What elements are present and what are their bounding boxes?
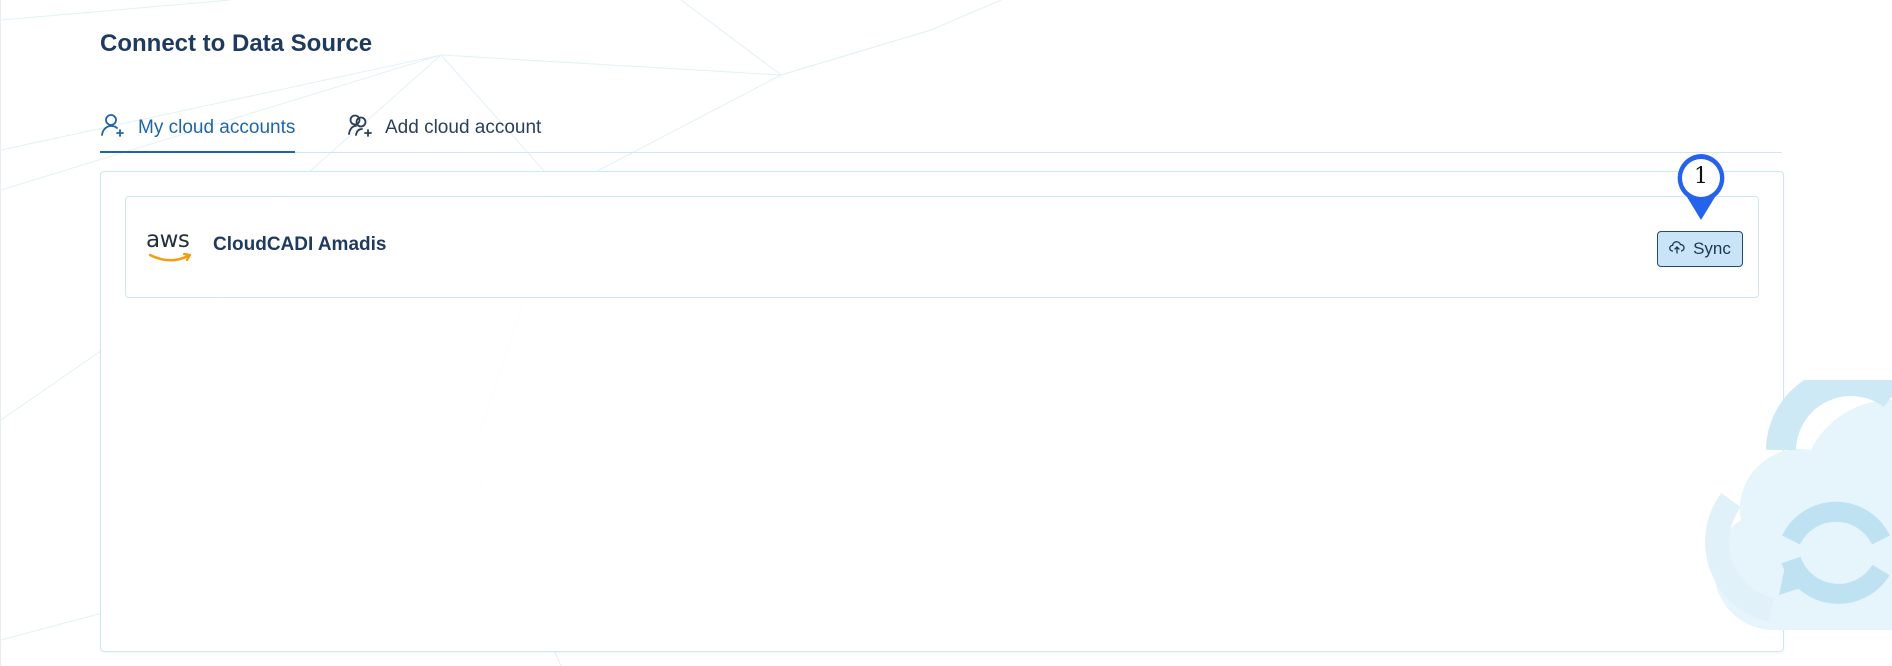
account-row: aws CloudCADI Amadis Sync bbox=[125, 196, 1759, 298]
step-marker: 1 bbox=[1671, 150, 1731, 226]
accounts-panel: aws CloudCADI Amadis Sync bbox=[100, 171, 1784, 652]
cloud-sync-icon bbox=[1669, 239, 1685, 260]
tab-label: My cloud accounts bbox=[138, 116, 296, 138]
tabs-bar: My cloud accounts Add cloud account bbox=[100, 104, 1782, 153]
sync-button[interactable]: Sync bbox=[1657, 231, 1743, 267]
page-title: Connect to Data Source bbox=[100, 30, 373, 57]
tab-add-cloud-account[interactable]: Add cloud account bbox=[347, 104, 541, 152]
aws-logo-icon: aws bbox=[146, 227, 194, 267]
users-plus-icon bbox=[347, 112, 373, 144]
cloud-sync-decoration-icon bbox=[1705, 380, 1892, 630]
tab-label: Add cloud account bbox=[385, 117, 542, 138]
tab-my-cloud-accounts[interactable]: My cloud accounts bbox=[100, 104, 296, 153]
account-name: CloudCADI Amadis bbox=[213, 234, 387, 255]
step-marker-number: 1 bbox=[1694, 164, 1708, 189]
sync-label: Sync bbox=[1693, 239, 1731, 258]
page: Connect to Data Source My cloud accounts bbox=[0, 0, 1892, 666]
user-plus-icon bbox=[100, 112, 126, 144]
